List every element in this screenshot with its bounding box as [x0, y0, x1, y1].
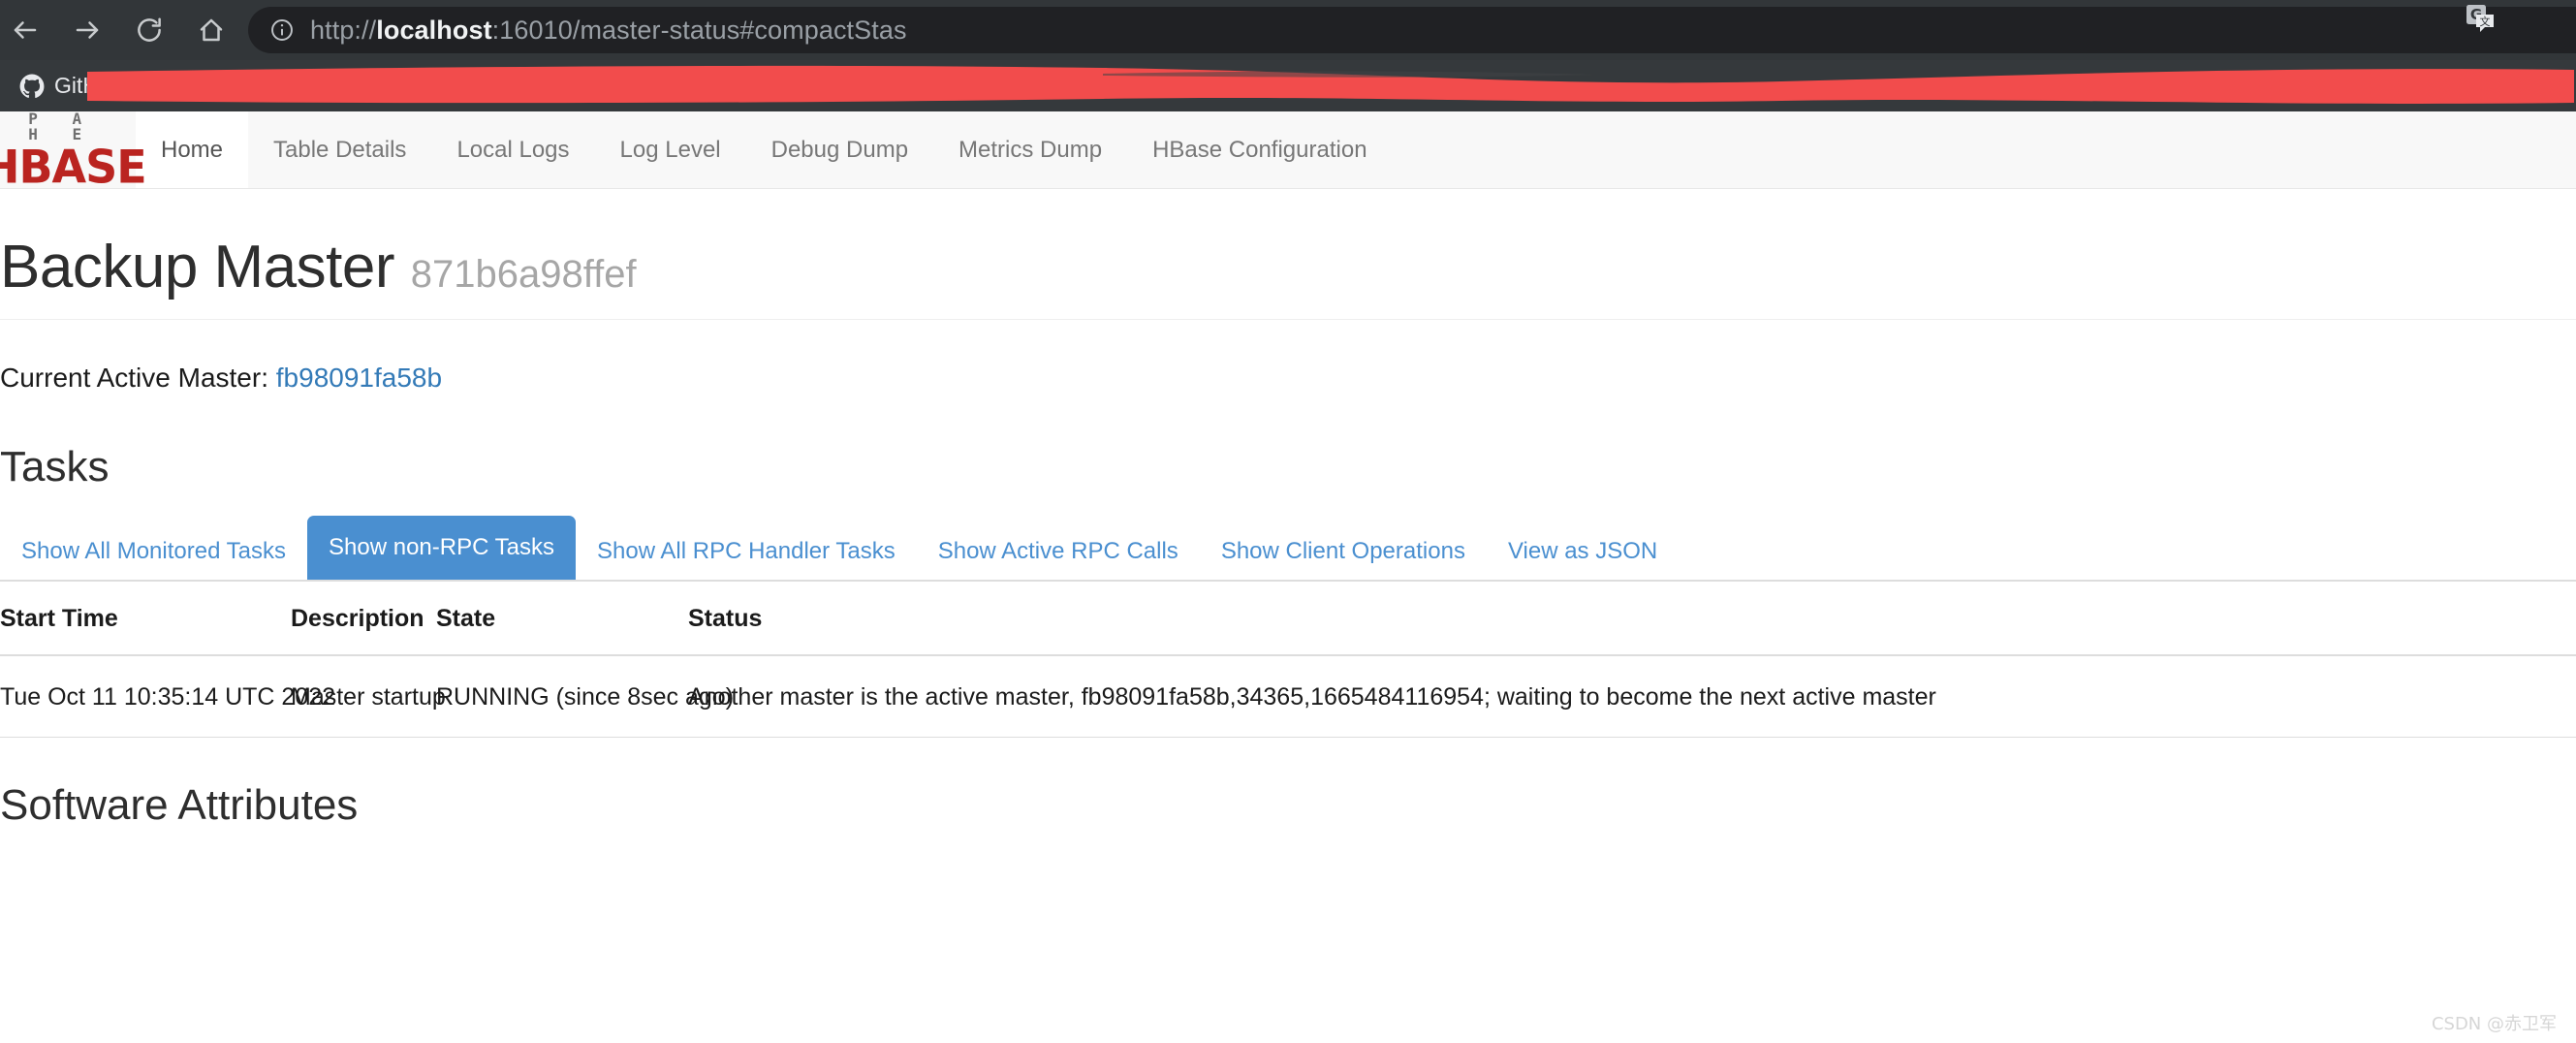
column-header-description: Description	[291, 581, 436, 655]
tasks-section-title: Tasks	[0, 446, 2576, 489]
nav-item-log-level[interactable]: Log Level	[595, 111, 746, 188]
tasks-table: Start Time Description State Status Tue …	[0, 580, 2576, 738]
column-header-start-time: Start Time	[0, 581, 291, 655]
page-title-text: Backup Master	[0, 234, 394, 300]
current-active-master-label: Current Active Master:	[0, 363, 268, 393]
nav-item-metrics-dump[interactable]: Metrics Dump	[933, 111, 1127, 188]
logo-hbase-text: HBASE	[0, 143, 136, 189]
url-prefix: http://	[310, 16, 376, 45]
csdn-watermark: CSDN @赤卫军	[2432, 1010, 2557, 1035]
github-icon	[19, 74, 45, 99]
tab-show-active-rpc-calls[interactable]: Show Active RPC Calls	[917, 523, 1200, 580]
address-bar[interactable]: http://localhost:16010/master-status#com…	[248, 7, 2576, 53]
page-info-icon[interactable]	[269, 17, 295, 43]
navbar-items: Home Table Details Local Logs Log Level …	[136, 111, 1393, 188]
svg-text:文: 文	[2480, 15, 2491, 28]
hbase-navbar: A P A C H E HBASE Home Table Details Loc…	[0, 111, 2576, 189]
page-header: Backup Master 871b6a98ffef	[0, 189, 2576, 320]
page-title: Backup Master 871b6a98ffef	[0, 237, 2576, 298]
page-container: Backup Master 871b6a98ffef Current Activ…	[0, 189, 2576, 827]
tab-show-client-operations[interactable]: Show Client Operations	[1200, 523, 1487, 580]
forward-arrow-icon[interactable]	[66, 9, 109, 51]
nav-item-hbase-configuration[interactable]: HBase Configuration	[1127, 111, 1392, 188]
software-attributes-title: Software Attributes	[0, 784, 2576, 827]
cell-status: Another master is the active master, fb9…	[688, 655, 2576, 738]
bookmark-github[interactable]: GitHub	[8, 67, 136, 105]
tab-show-non-rpc-tasks[interactable]: Show non-RPC Tasks	[307, 516, 576, 580]
table-row: Tue Oct 11 10:35:14 UTC 2022 Master star…	[0, 655, 2576, 738]
cell-description: Master startup	[291, 655, 436, 738]
current-active-master: Current Active Master: fb98091fa58b	[0, 363, 2576, 394]
tasks-table-header-row: Start Time Description State Status	[0, 581, 2576, 655]
tab-show-all-rpc-handler-tasks[interactable]: Show All RPC Handler Tasks	[576, 523, 917, 580]
navigation-buttons	[0, 9, 233, 51]
nav-item-table-details[interactable]: Table Details	[248, 111, 431, 188]
back-arrow-icon[interactable]	[4, 9, 47, 51]
translate-icon[interactable]: G 文	[2464, 2, 2497, 35]
url-text: http://localhost:16010/master-status#com…	[310, 16, 907, 46]
page-title-hostname: 871b6a98ffef	[411, 253, 637, 296]
tasks-tabs: Show All Monitored Tasks Show non-RPC Ta…	[0, 516, 2576, 580]
browser-toolbar: http://localhost:16010/master-status#com…	[0, 0, 2576, 60]
reload-icon[interactable]	[128, 9, 171, 51]
tab-view-as-json[interactable]: View as JSON	[1487, 523, 1679, 580]
hbase-logo[interactable]: A P A C H E HBASE	[0, 111, 136, 188]
tab-show-all-monitored-tasks[interactable]: Show All Monitored Tasks	[0, 523, 307, 580]
nav-item-local-logs[interactable]: Local Logs	[431, 111, 594, 188]
bookmarks-bar: GitHub	[0, 60, 2576, 111]
column-header-state: State	[436, 581, 688, 655]
nav-item-home[interactable]: Home	[136, 111, 248, 188]
cell-state: RUNNING (since 8sec ago)	[436, 655, 688, 738]
browser-chrome: http://localhost:16010/master-status#com…	[0, 0, 2576, 111]
hbase-master-status-page: A P A C H E HBASE Home Table Details Loc…	[0, 111, 2576, 1043]
home-icon[interactable]	[190, 9, 233, 51]
column-header-status: Status	[688, 581, 2576, 655]
url-path: :16010/master-status#compactStas	[492, 16, 907, 45]
cell-start-time: Tue Oct 11 10:35:14 UTC 2022	[0, 655, 291, 738]
logo-apache-text: A P A C H E	[0, 111, 136, 142]
url-host: localhost	[376, 16, 491, 45]
redaction-marker	[85, 62, 2576, 109]
current-active-master-link[interactable]: fb98091fa58b	[276, 363, 442, 393]
bookmark-label: GitHub	[54, 73, 124, 99]
nav-item-debug-dump[interactable]: Debug Dump	[746, 111, 933, 188]
